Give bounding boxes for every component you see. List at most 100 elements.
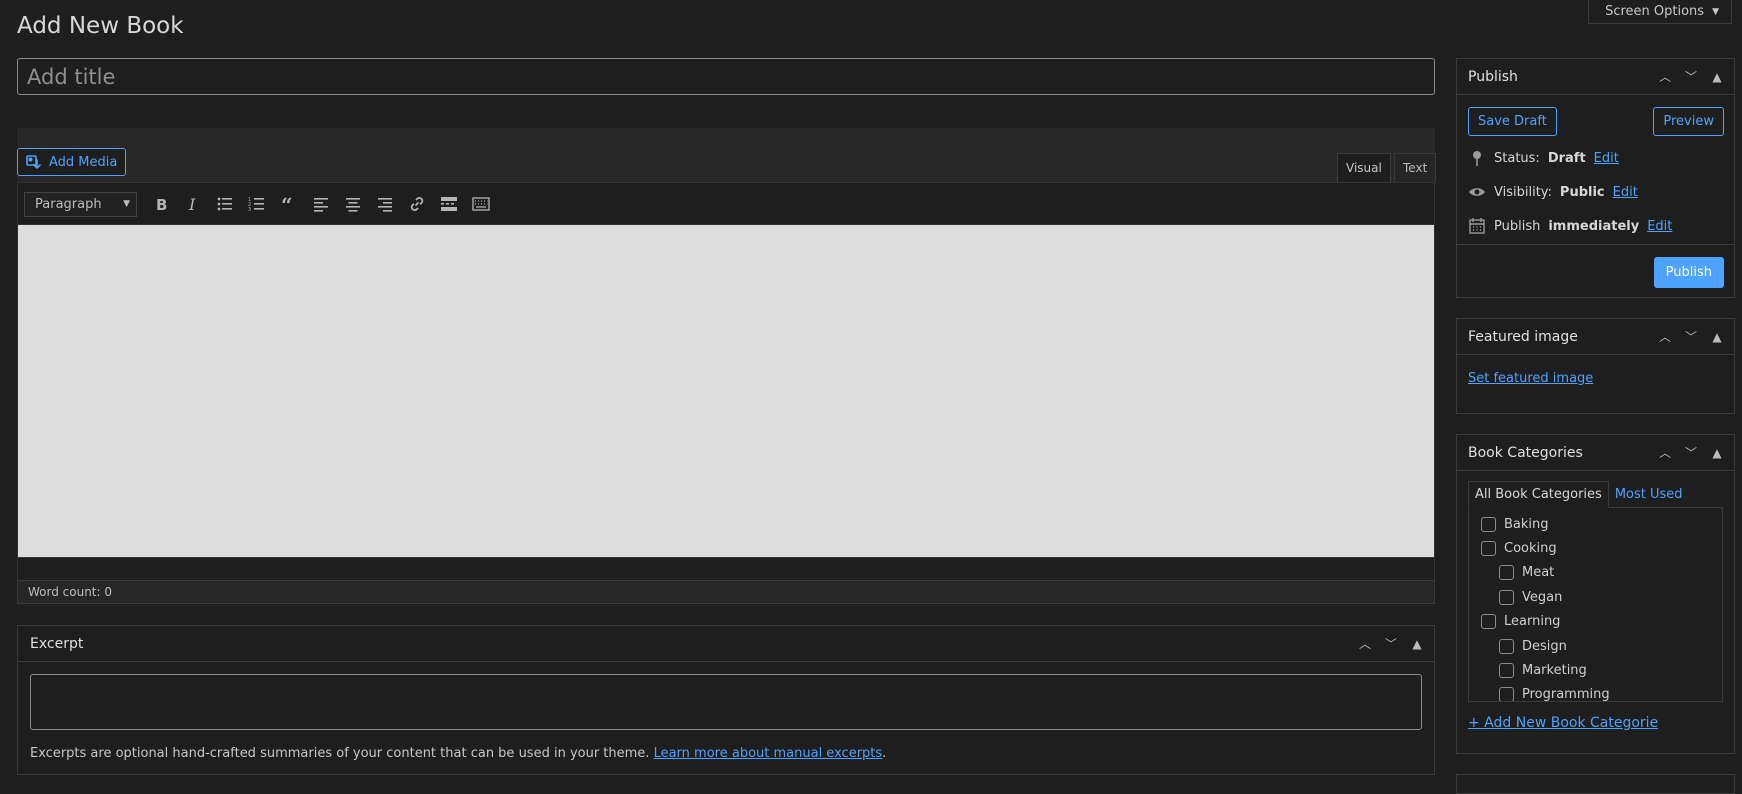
checkbox[interactable] <box>1481 614 1496 630</box>
content-editor[interactable] <box>17 224 1435 558</box>
move-down-icon[interactable]: ﹀ <box>1380 635 1402 652</box>
tab-visual[interactable]: Visual <box>1337 153 1391 182</box>
status-row: Status: Draft Edit <box>1468 149 1619 167</box>
align-center-icon <box>346 198 360 212</box>
checkbox[interactable] <box>1499 663 1514 679</box>
checkbox[interactable] <box>1481 541 1496 557</box>
tab-text[interactable]: Text <box>1394 153 1437 182</box>
category-item-vegan[interactable]: Vegan <box>1469 585 1722 609</box>
bulleted-list-button[interactable] <box>209 190 241 218</box>
edit-schedule-link[interactable]: Edit <box>1647 219 1672 234</box>
checkbox[interactable] <box>1499 638 1514 654</box>
quote-icon: “ <box>281 195 293 213</box>
checkbox[interactable] <box>1481 516 1496 532</box>
set-featured-image-link[interactable]: Set featured image <box>1468 371 1593 386</box>
align-right-button[interactable] <box>369 190 401 218</box>
format-select[interactable]: Paragraph ▼ <box>24 191 137 217</box>
collapse-toggle-icon[interactable]: ▲ <box>1706 330 1728 344</box>
editor-status-bar: Word count: 0 <box>17 580 1435 604</box>
visibility-value: Public <box>1559 184 1605 200</box>
publish-label: Publish <box>1494 218 1541 234</box>
publish-controls: ︿ ﹀ ▲ <box>1654 68 1728 85</box>
collapse-toggle-icon[interactable]: ▲ <box>1406 637 1428 651</box>
word-count: Word count: 0 <box>28 585 113 599</box>
status-value: Draft <box>1547 150 1586 166</box>
move-up-icon[interactable]: ︿ <box>1654 444 1676 461</box>
svg-text:I: I <box>188 195 196 213</box>
svg-text:“: “ <box>281 195 293 213</box>
bold-button[interactable]: B <box>145 190 177 218</box>
add-new-book-category-link[interactable]: + Add New Book Categorie <box>1468 715 1658 731</box>
checkbox[interactable] <box>1499 589 1514 605</box>
italic-button[interactable]: I <box>177 190 209 218</box>
category-label: Programming <box>1522 687 1610 702</box>
category-label: Baking <box>1504 516 1549 532</box>
collapse-toggle-icon[interactable]: ▲ <box>1706 70 1728 84</box>
editor-resize-area <box>17 558 1435 580</box>
tab-all-book-categories[interactable]: All Book Categories <box>1468 481 1609 508</box>
book-categories-controls: ︿ ﹀ ▲ <box>1654 444 1728 461</box>
checkbox[interactable] <box>1499 687 1514 701</box>
caret-down-icon: ▼ <box>123 199 130 209</box>
publish-panel: Publish ︿ ﹀ ▲ Save Draft Preview Status:… <box>1456 58 1735 298</box>
visibility-row: Visibility: Public Edit <box>1468 183 1638 201</box>
category-item-baking[interactable]: Baking <box>1469 512 1722 536</box>
save-draft-button[interactable]: Save Draft <box>1468 107 1557 136</box>
read-more-icon <box>441 197 457 211</box>
publish-value: immediately <box>1548 218 1640 234</box>
move-down-icon[interactable]: ﹀ <box>1680 68 1702 85</box>
publish-title: Publish <box>1468 68 1518 85</box>
move-down-icon[interactable]: ﹀ <box>1680 444 1702 461</box>
toolbar-toggle-button[interactable] <box>465 190 497 218</box>
excerpt-textarea[interactable] <box>30 674 1422 730</box>
insert-link-button[interactable] <box>401 190 433 218</box>
featured-image-header: Featured image ︿ ﹀ ▲ <box>1457 319 1734 355</box>
schedule-row: Publish immediately Edit <box>1468 217 1672 235</box>
link-icon <box>410 197 424 211</box>
screen-options-button[interactable]: Screen Options ▼ <box>1588 0 1732 24</box>
svg-text:3: 3 <box>248 207 251 213</box>
media-icon <box>26 155 41 170</box>
publish-actions: Publish <box>1457 244 1734 297</box>
tab-most-used[interactable]: Most Used <box>1609 481 1689 508</box>
title-input[interactable] <box>17 58 1435 95</box>
align-right-icon <box>378 198 392 212</box>
checkbox[interactable] <box>1499 565 1514 581</box>
category-label: Marketing <box>1522 663 1587 679</box>
category-label: Meat <box>1522 565 1555 581</box>
preview-button[interactable]: Preview <box>1653 107 1724 136</box>
category-item-meat[interactable]: Meat <box>1469 561 1722 585</box>
category-item-programming[interactable]: Programming <box>1469 683 1722 702</box>
collapse-toggle-icon[interactable]: ▲ <box>1706 446 1728 460</box>
category-label: Learning <box>1504 614 1561 630</box>
editor-toolbar: Paragraph ▼ B I 123 “ <box>17 182 1435 225</box>
pin-icon <box>1468 149 1486 167</box>
category-item-marketing[interactable]: Marketing <box>1469 658 1722 682</box>
blockquote-button[interactable]: “ <box>273 190 305 218</box>
add-media-label: Add Media <box>49 154 118 170</box>
category-label: Cooking <box>1504 541 1557 557</box>
align-center-button[interactable] <box>337 190 369 218</box>
category-item-design[interactable]: Design <box>1469 634 1722 658</box>
read-more-button[interactable] <box>433 190 465 218</box>
category-item-cooking[interactable]: Cooking <box>1469 536 1722 560</box>
edit-visibility-link[interactable]: Edit <box>1613 185 1638 200</box>
next-panel-edge <box>1456 774 1735 794</box>
move-down-icon[interactable]: ﹀ <box>1680 328 1702 345</box>
learn-more-excerpts-link[interactable]: Learn more about manual excerpts <box>654 746 883 761</box>
publish-button[interactable]: Publish <box>1653 257 1724 288</box>
featured-image-panel: Featured image ︿ ﹀ ▲ Set featured image <box>1456 318 1735 414</box>
numbered-list-button[interactable]: 123 <box>241 190 273 218</box>
category-checklist: Baking Cooking Meat Vegan Learning Desig… <box>1468 507 1723 702</box>
move-up-icon[interactable]: ︿ <box>1654 328 1676 345</box>
edit-status-link[interactable]: Edit <box>1594 151 1619 166</box>
bold-icon: B <box>156 196 167 213</box>
caret-down-icon: ▼ <box>1712 6 1719 17</box>
category-item-learning[interactable]: Learning <box>1469 610 1722 634</box>
add-media-button[interactable]: Add Media <box>17 148 127 176</box>
align-left-button[interactable] <box>305 190 337 218</box>
category-label: Vegan <box>1522 589 1563 605</box>
editor-top-bar: Add Media Visual Text <box>17 128 1437 182</box>
move-up-icon[interactable]: ︿ <box>1354 635 1376 652</box>
move-up-icon[interactable]: ︿ <box>1654 68 1676 85</box>
